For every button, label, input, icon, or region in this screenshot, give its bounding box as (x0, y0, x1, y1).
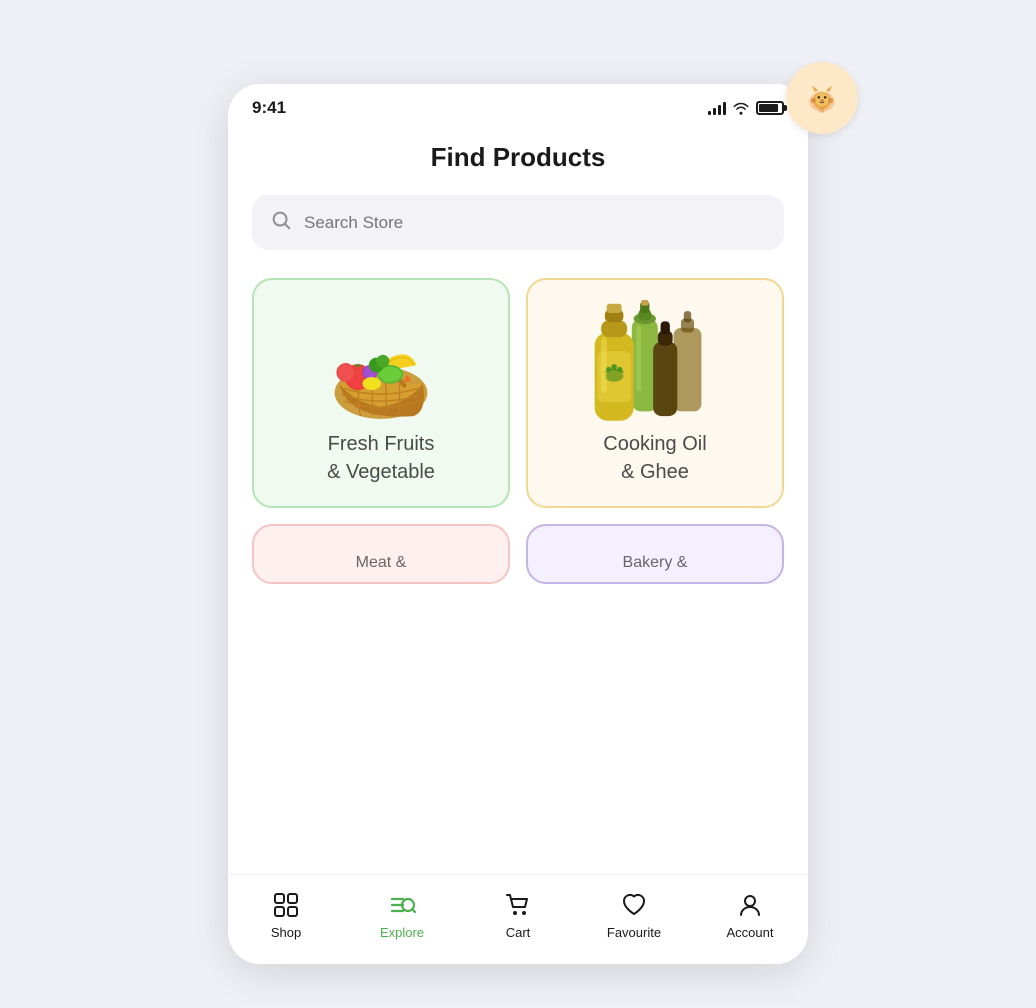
search-input[interactable] (304, 213, 766, 233)
nav-label-favourite: Favourite (607, 925, 661, 940)
category-card-fresh[interactable]: Fresh Fruits& Vegetable (252, 278, 510, 508)
category-card-meat[interactable]: Meat & (252, 524, 510, 584)
search-icon (270, 209, 292, 236)
nav-label-cart: Cart (506, 925, 531, 940)
wifi-icon (732, 101, 750, 115)
account-icon (736, 891, 764, 919)
battery-icon (756, 101, 784, 115)
signal-icon (708, 101, 726, 115)
screen-content: Find Products (228, 126, 808, 584)
fruits-image (306, 300, 456, 430)
nav-item-cart[interactable]: Cart (488, 891, 548, 940)
nav-label-explore: Explore (380, 925, 424, 940)
status-time: 9:41 (252, 98, 286, 118)
shop-icon (272, 891, 300, 919)
category-label-meat: Meat & (356, 554, 407, 572)
status-bar: 9:41 (228, 84, 808, 126)
nav-label-account: Account (727, 925, 774, 940)
phone-wrapper: 9:41 (188, 44, 848, 964)
favourite-icon (620, 891, 648, 919)
bottom-nav: Shop Explore (228, 874, 808, 964)
oil-image (580, 300, 730, 430)
partial-cards: Meat & Bakery & (252, 524, 784, 584)
phone-screen: 9:41 (228, 84, 808, 964)
explore-icon (388, 891, 416, 919)
category-card-bakery[interactable]: Bakery & (526, 524, 784, 584)
category-label-bakery: Bakery & (623, 554, 688, 572)
nav-item-explore[interactable]: Explore (372, 891, 432, 940)
category-card-oil[interactable]: Cooking Oil& Ghee (526, 278, 784, 508)
lion-icon (802, 78, 842, 118)
page-title: Find Products (252, 142, 784, 173)
search-bar[interactable] (252, 195, 784, 250)
nav-item-favourite[interactable]: Favourite (604, 891, 664, 940)
status-icons (708, 101, 784, 115)
category-label-oil: Cooking Oil& Ghee (603, 430, 706, 486)
category-label-fresh: Fresh Fruits& Vegetable (327, 430, 435, 486)
nav-item-account[interactable]: Account (720, 891, 780, 940)
nav-item-shop[interactable]: Shop (256, 891, 316, 940)
nav-label-shop: Shop (271, 925, 301, 940)
cart-icon (504, 891, 532, 919)
categories-grid: Fresh Fruits& Vegetable (252, 278, 784, 508)
lion-avatar[interactable] (786, 62, 858, 134)
